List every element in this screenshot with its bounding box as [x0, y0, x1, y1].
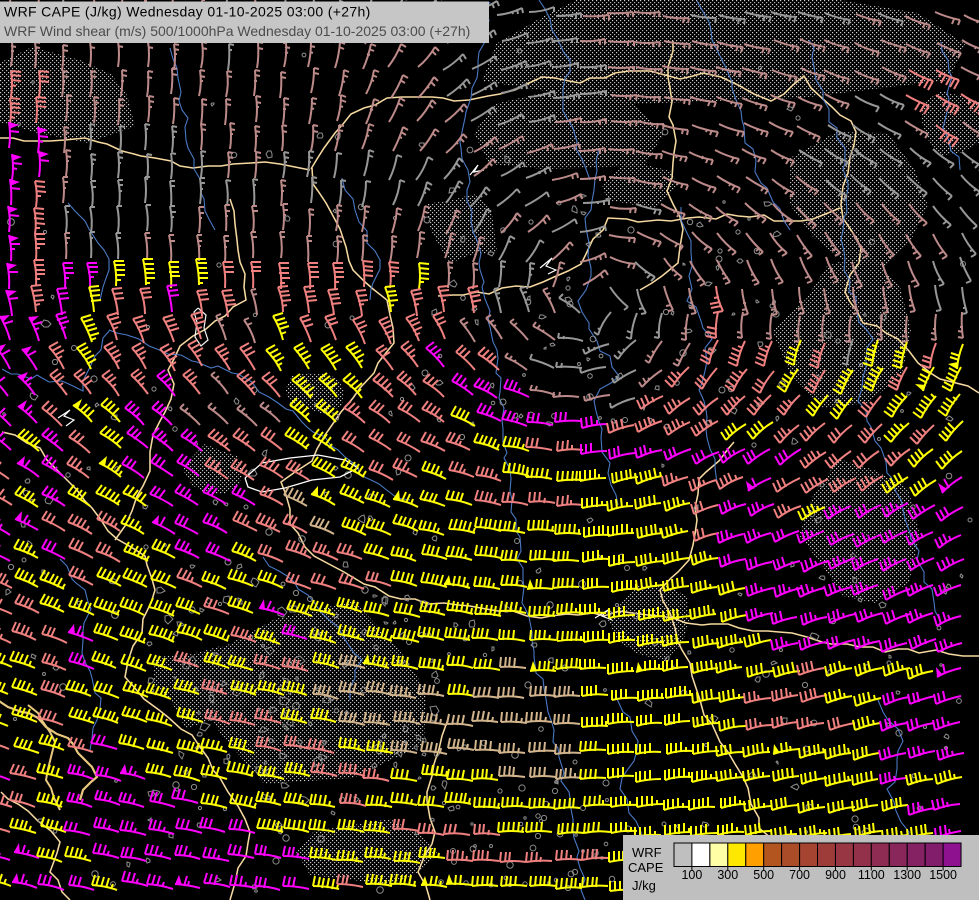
svg-text:100: 100	[681, 868, 702, 882]
svg-text:700: 700	[789, 868, 810, 882]
svg-text:WRF: WRF	[632, 845, 662, 860]
svg-text:1500: 1500	[929, 868, 957, 882]
svg-text:CAPE: CAPE	[628, 860, 664, 875]
svg-text:J/kg: J/kg	[632, 878, 656, 893]
svg-text:1100: 1100	[858, 868, 885, 882]
svg-text:300: 300	[717, 868, 738, 882]
svg-text:1300: 1300	[893, 868, 921, 882]
svg-text:500: 500	[753, 868, 774, 882]
svg-text:WRF CAPE (J/kg) Wednesday 01-1: WRF CAPE (J/kg) Wednesday 01-10-2025 03:…	[4, 4, 371, 20]
svg-text:900: 900	[825, 868, 846, 882]
svg-text:WRF Wind shear (m/s) 500/1000h: WRF Wind shear (m/s) 500/1000hPa Wednesd…	[4, 23, 470, 39]
